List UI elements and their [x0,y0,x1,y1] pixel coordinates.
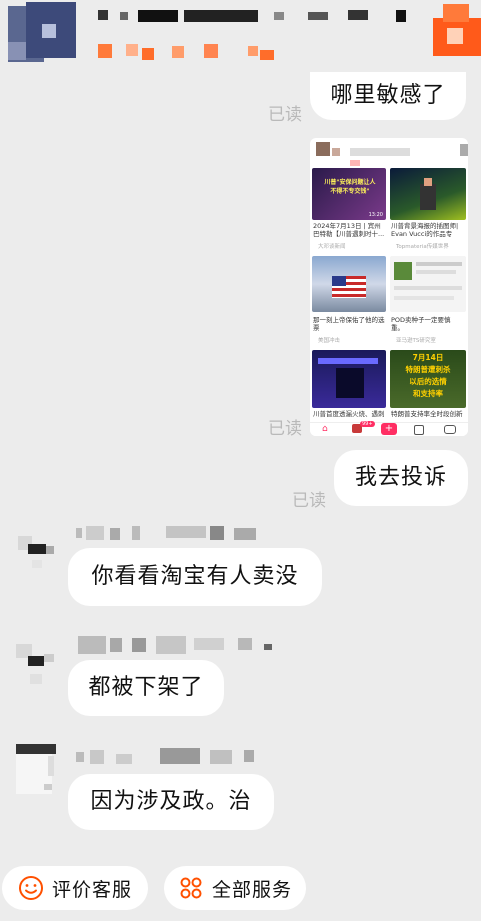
duration: 13:20 [368,212,383,218]
services-grid-icon [180,877,202,899]
bag-icon[interactable] [414,425,424,435]
avatar[interactable] [8,522,66,580]
read-status: 已读 [268,419,302,439]
shop-subtitle-redacted [98,40,298,60]
home-icon[interactable]: ⌂ [322,424,328,434]
plus-icon[interactable]: + [381,423,397,435]
smiley-icon [19,876,43,900]
chat-header [0,0,481,72]
thumb-overlay-text: 川普"安保问题让人 不得不专交钱" [324,179,376,195]
shared-image-message[interactable]: 川普"安保问题让人 不得不专交钱" 13:20 2024年7月13日 | 宾州巴… [310,138,468,436]
video-source: 美国冲击 [318,338,341,344]
avatar[interactable] [8,634,66,692]
video-caption: 那一刻上帝保佑了他的选票 [313,316,385,332]
sender-name-redacted [78,636,278,656]
video-source: Topmateria传媒世界 [396,244,449,250]
avatar[interactable] [8,744,66,802]
notification-badge: 99+ [360,421,375,427]
read-status: 已读 [268,105,302,125]
chat-icon[interactable] [444,425,456,434]
video-thumbnail[interactable] [312,350,386,408]
video-thumbnail[interactable] [390,256,466,312]
shop-avatar[interactable] [8,2,78,62]
message-incoming[interactable]: 都被下架了 [68,660,224,716]
video-source: 亚马逊TS研究室 [396,338,436,344]
all-services-button[interactable]: 全部服务 [164,866,306,910]
message-outgoing[interactable]: 哪里敏感了 [310,72,466,120]
video-thumbnail[interactable]: 川普"安保问题让人 不得不专交钱" 13:20 [312,168,386,220]
video-thumbnail[interactable] [312,256,386,312]
sender-name-redacted [76,526,266,542]
message-outgoing[interactable]: 我去投诉 [334,450,468,506]
video-caption: 特朗普支持率全时段创新高 [391,410,463,418]
video-caption: 2024年7月13日 | 宾州巴特勒【川普遇刺时十... [313,222,385,238]
rate-service-button[interactable]: 评价客服 [2,866,148,910]
video-thumbnail[interactable] [390,168,466,220]
video-caption: POD卖种子一定要慎重。 [391,316,451,332]
sender-name-redacted [76,748,276,768]
rate-service-label: 评价客服 [52,878,133,901]
video-caption: 川普背景海报的插图师| Evan Vucci的作品专业... [391,222,459,238]
thumb-overlay-text: 7月14日 特朗普遭刺杀 以后的选情 和支持率 [405,353,451,398]
store-entry-icon[interactable] [433,4,481,56]
video-source: 大邓谈新闻 [318,244,346,250]
video-caption: 川普首度透漏火烧、遇刺... [313,410,385,418]
read-status: 已读 [292,491,326,511]
app-tab-bar: ⌂ 99+ + [310,421,468,436]
video-thumbnail[interactable]: 7月14日 特朗普遭刺杀 以后的选情 和支持率 [390,350,466,408]
all-services-label: 全部服务 [212,878,293,901]
message-incoming[interactable]: 因为涉及政。治 [68,774,274,830]
shop-name-redacted [98,10,418,26]
message-incoming[interactable]: 你看看淘宝有人卖没 [68,548,322,606]
